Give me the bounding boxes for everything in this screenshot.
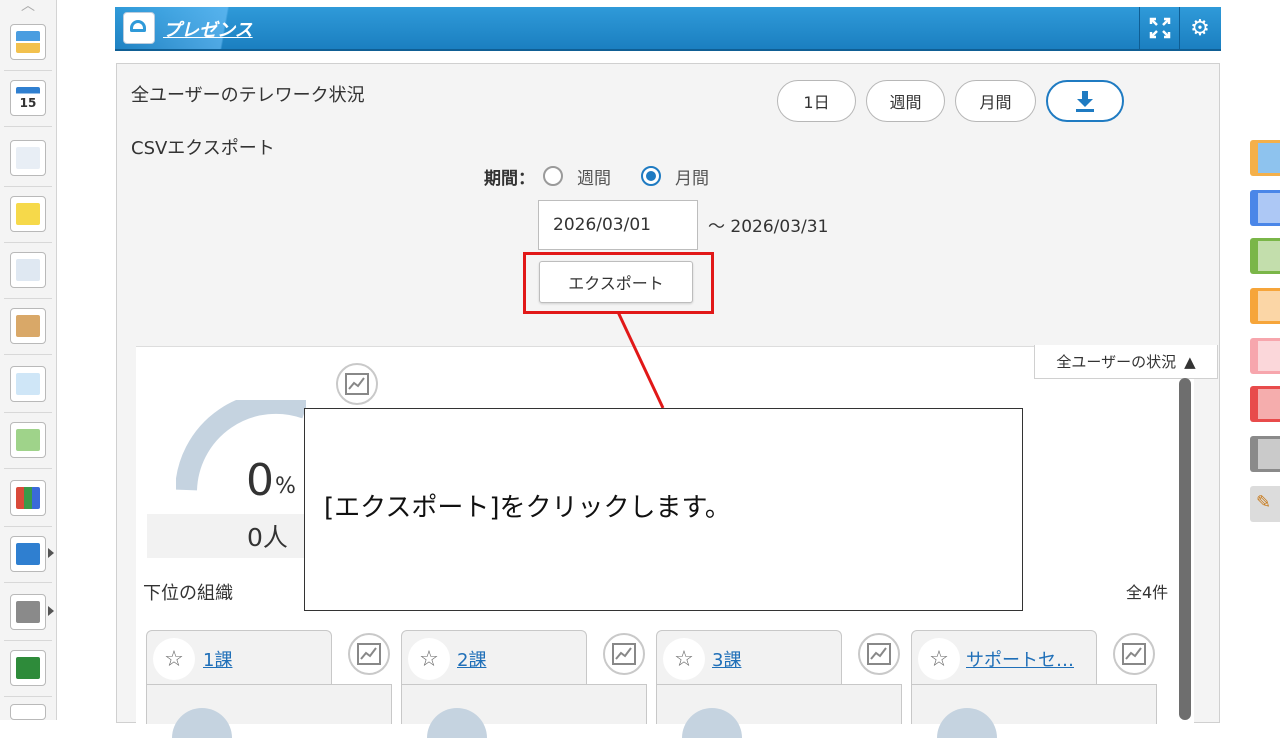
- people-count: 0人: [247, 523, 288, 552]
- star-icon[interactable]: ☆: [153, 638, 195, 680]
- app-link-icon[interactable]: [10, 650, 46, 686]
- portlet-header: プレゼンス ⚙: [115, 7, 1221, 51]
- workflow-icon[interactable]: [10, 422, 46, 458]
- fullscreen-icon[interactable]: [1139, 7, 1180, 49]
- period-month-radio[interactable]: [641, 166, 661, 186]
- pencil-icon[interactable]: ✎: [1250, 486, 1280, 522]
- period-month-label[interactable]: 月間: [675, 164, 709, 189]
- callout-text: [エクスポート]をクリックします。: [324, 493, 731, 523]
- portlet-title[interactable]: プレゼンス: [163, 16, 253, 42]
- star-icon[interactable]: ☆: [408, 638, 450, 680]
- panel-title: 全ユーザーのテレワーク状況: [131, 85, 365, 106]
- presence-logo-icon: [123, 12, 155, 44]
- notification-icon[interactable]: [1250, 140, 1280, 176]
- period-week-label[interactable]: 週間: [577, 164, 611, 189]
- chart-icon[interactable]: [603, 633, 645, 675]
- all-users-status-tab[interactable]: 全ユーザーの状況 ▲: [1034, 345, 1218, 379]
- settings-icon[interactable]: ⚙: [1179, 7, 1220, 49]
- survey-icon[interactable]: [10, 366, 46, 402]
- folder-icon[interactable]: [10, 594, 46, 630]
- start-date-input[interactable]: [538, 200, 698, 250]
- color-red[interactable]: [1250, 386, 1280, 422]
- end-date-text: ～ 2026/03/31: [708, 217, 829, 237]
- csv-export-title: CSVエクスポート: [131, 138, 275, 159]
- neo-icon[interactable]: [10, 536, 46, 572]
- app-link-icon-2[interactable]: [10, 704, 46, 720]
- right-palette: ✎: [1244, 0, 1280, 720]
- day-button[interactable]: 1日: [777, 80, 856, 122]
- chart-icon[interactable]: [1113, 633, 1155, 675]
- color-blue[interactable]: [1250, 190, 1280, 226]
- chart-icon[interactable]: [336, 363, 378, 405]
- month-button[interactable]: 月間: [955, 80, 1036, 122]
- org-name-link[interactable]: サポートセ…: [966, 646, 1074, 672]
- period-week-radio[interactable]: [543, 166, 563, 186]
- color-orange[interactable]: [1250, 288, 1280, 324]
- chart-icon[interactable]: [348, 633, 390, 675]
- cabinet-icon[interactable]: [10, 480, 46, 516]
- calendar-icon[interactable]: 15: [10, 80, 46, 116]
- neo-expand-icon[interactable]: [48, 548, 54, 558]
- period-label: 期間：: [484, 169, 535, 189]
- org-name-link[interactable]: 3課: [712, 646, 741, 672]
- triangle-up-icon: ▲: [1184, 352, 1196, 371]
- bulletin-icon[interactable]: [10, 252, 46, 288]
- star-icon[interactable]: ☆: [918, 638, 960, 680]
- week-button[interactable]: 週間: [866, 80, 945, 122]
- color-green[interactable]: [1250, 238, 1280, 274]
- total-count: 全4件: [1126, 583, 1169, 602]
- scrollbar[interactable]: [1179, 378, 1191, 720]
- org-name-link[interactable]: 2課: [457, 646, 486, 672]
- facility-icon[interactable]: [10, 140, 46, 176]
- percent-sign: %: [275, 474, 296, 499]
- color-pink[interactable]: [1250, 338, 1280, 374]
- memo-icon[interactable]: [10, 196, 46, 232]
- color-gray[interactable]: [1250, 436, 1280, 472]
- portal-icon[interactable]: [10, 24, 46, 60]
- scroll-up-icon[interactable]: ︿: [0, 0, 56, 18]
- download-button[interactable]: [1046, 80, 1124, 122]
- export-highlight-box: [523, 252, 714, 314]
- app-sidebar: ︿ 15: [0, 0, 57, 720]
- star-icon[interactable]: ☆: [663, 638, 705, 680]
- chart-icon[interactable]: [858, 633, 900, 675]
- sub-org-heading: 下位の組織: [143, 583, 233, 604]
- org-name-link[interactable]: 1課: [203, 646, 232, 672]
- telework-percent: 0: [246, 455, 274, 506]
- folder-expand-icon[interactable]: [48, 606, 54, 616]
- download-icon: [1076, 91, 1094, 112]
- clipboard-icon[interactable]: [10, 308, 46, 344]
